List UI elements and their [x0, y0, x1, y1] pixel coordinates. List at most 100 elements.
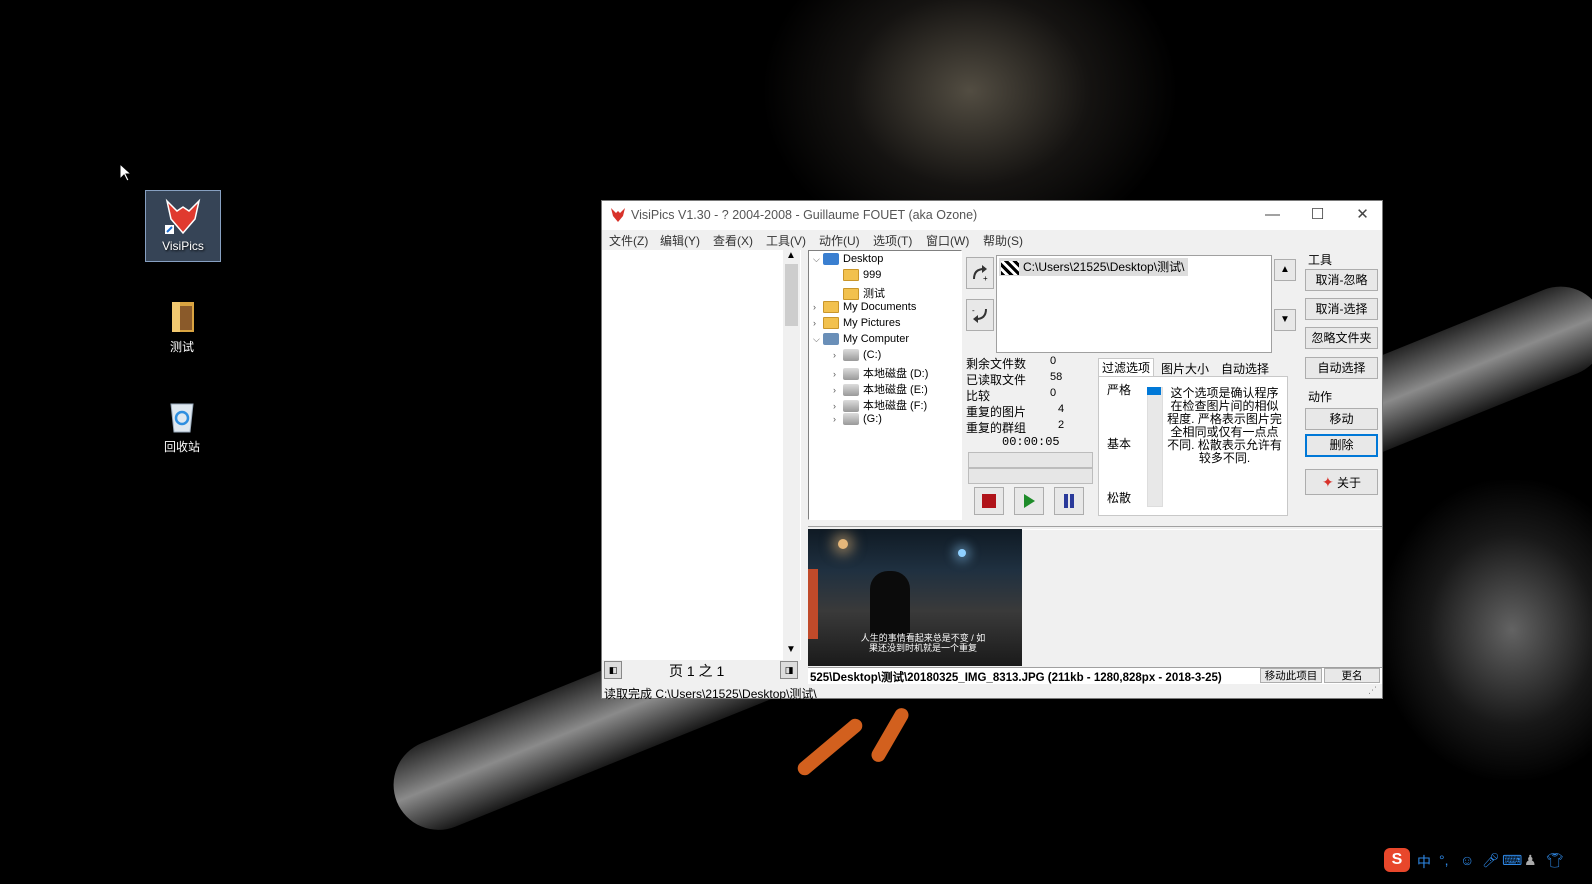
expand-icon[interactable]: ›: [813, 318, 823, 328]
pause-icon: [1064, 494, 1074, 508]
folder-icon: [843, 288, 859, 301]
punctuation-label[interactable]: °,: [1439, 852, 1449, 868]
folder-icon: [172, 302, 194, 332]
tree-item[interactable]: › 本地磁盘 (E:): [833, 381, 928, 397]
expand-icon[interactable]: ›: [833, 385, 843, 395]
delete-button[interactable]: 删除: [1305, 434, 1378, 457]
stop-icon: [982, 494, 996, 508]
menu-bar: 文件(Z) 编辑(Y) 查看(X) 工具(V) 动作(U) 选项(T) 窗口(W…: [602, 230, 1382, 250]
visipics-fox-icon: ✦: [1321, 474, 1334, 490]
menu-tools[interactable]: 工具(V): [766, 232, 806, 249]
menu-help[interactable]: 帮助(S): [983, 232, 1023, 249]
ime-mode-label[interactable]: 中: [1417, 852, 1431, 872]
folder-list-item[interactable]: C:\Users\21525\Desktop\测试\: [999, 258, 1189, 276]
street-light: [838, 539, 848, 549]
menu-view[interactable]: 查看(X): [713, 232, 753, 249]
menu-window[interactable]: 窗口(W): [926, 232, 969, 249]
play-button[interactable]: [1014, 487, 1044, 515]
tree-item[interactable]: › (C:): [833, 349, 881, 365]
about-button[interactable]: ✦ 关于: [1305, 469, 1378, 495]
sign-left: [808, 569, 818, 639]
stat-read-value: 58: [1050, 371, 1063, 383]
cancel-ignore-button[interactable]: 取消-忽略: [1305, 269, 1378, 291]
keyboard-icon[interactable]: ⌨: [1502, 852, 1522, 869]
selected-folders-list[interactable]: C:\Users\21525\Desktop\测试\: [996, 255, 1272, 353]
stat-remaining-label: 剩余文件数: [966, 357, 1027, 371]
expand-icon[interactable]: ›: [833, 369, 843, 379]
results-scrollbar[interactable]: ▲ ▼: [783, 250, 800, 660]
resize-grip-icon[interactable]: ⋰: [1368, 685, 1377, 696]
scroll-down-icon[interactable]: ▼: [786, 644, 796, 655]
tree-item[interactable]: › (G:): [833, 413, 882, 429]
elapsed-timer: 00:00:05: [1002, 435, 1060, 449]
drive-icon: [843, 400, 859, 413]
add-arrow-icon: +: [973, 265, 988, 283]
pause-button[interactable]: [1054, 487, 1084, 515]
expand-icon[interactable]: ›: [833, 350, 843, 360]
menu-action[interactable]: 动作(U): [819, 232, 860, 249]
remove-folder-button[interactable]: -: [966, 299, 994, 331]
page-next-icon[interactable]: ◨: [780, 661, 798, 679]
menu-file[interactable]: 文件(Z): [609, 232, 648, 249]
stat-groups-label: 重复的群组: [966, 421, 1027, 435]
filter-panel: 严格 基本 松散 这个选项是确认程序在检查图片间的相似程度. 严格表示图片完全相…: [1098, 376, 1288, 516]
move-down-button[interactable]: ▼: [1274, 309, 1296, 331]
expand-icon[interactable]: ›: [833, 401, 843, 411]
tree-item[interactable]: › My Pictures: [813, 317, 900, 333]
tree-item[interactable]: 999: [833, 269, 881, 285]
skin-icon[interactable]: 👕︎: [1546, 852, 1564, 869]
desktop-icon-test-folder[interactable]: 测试: [145, 290, 219, 360]
tab-filter[interactable]: 过滤选项: [1098, 358, 1155, 377]
remove-arrow-icon: -: [972, 306, 987, 323]
move-button[interactable]: 移动: [1305, 408, 1378, 430]
wallpaper-glow-right: [1380, 480, 1592, 780]
similarity-slider-thumb[interactable]: [1147, 387, 1161, 395]
preview-image[interactable]: 人生的事情看起来总是不变 / 如果还没到时机就是一个重复: [808, 529, 1022, 666]
file-info-text: 525\Desktop\测试\20180325_IMG_8313.JPG (21…: [810, 672, 1222, 684]
maximize-button[interactable]: ☐: [1295, 201, 1340, 230]
sogou-ime-icon[interactable]: S: [1384, 848, 1410, 872]
cancel-select-button[interactable]: 取消-选择: [1305, 298, 1378, 320]
emoji-icon[interactable]: ☺: [1460, 852, 1474, 868]
menu-options[interactable]: 选项(T): [873, 232, 912, 249]
svg-text:+: +: [983, 274, 988, 283]
auto-select-button[interactable]: 自动选择: [1305, 357, 1378, 379]
visipics-fox-icon: [611, 208, 625, 222]
desktop-icon-recycle-bin[interactable]: 回收站: [145, 390, 219, 460]
person-silhouette: [870, 571, 910, 641]
page-prev-icon[interactable]: ◧: [604, 661, 622, 679]
tree-item[interactable]: › 本地磁盘 (D:): [833, 365, 928, 381]
tree-item[interactable]: › 本地磁盘 (F:): [833, 397, 927, 413]
scroll-up-icon[interactable]: ▲: [786, 250, 796, 261]
tree-item[interactable]: ⌵ My Computer: [813, 333, 909, 349]
ignore-folder-button[interactable]: 忽略文件夹: [1305, 327, 1378, 349]
desktop-icon-visipics[interactable]: VisiPics: [145, 190, 221, 262]
close-button[interactable]: ✕: [1340, 201, 1385, 230]
desktop-icon-label: 回收站: [163, 440, 200, 454]
similarity-slider-track[interactable]: [1147, 387, 1163, 507]
folder-tree[interactable]: ⌵ Desktop 999 测试 › My Documents › My Pictur…: [808, 250, 962, 520]
tree-item[interactable]: 测试: [833, 285, 885, 301]
add-folder-button[interactable]: +: [966, 257, 994, 289]
expand-icon[interactable]: ›: [833, 414, 843, 424]
results-pane[interactable]: ▲ ▼: [602, 250, 801, 660]
expand-icon[interactable]: ›: [813, 302, 823, 312]
mouse-cursor-icon: [119, 163, 133, 182]
wallpaper-claw: [868, 705, 912, 765]
rename-button[interactable]: 更名: [1324, 668, 1380, 683]
tree-item[interactable]: ⌵ Desktop: [813, 253, 883, 269]
microphone-icon[interactable]: 🎤︎: [1482, 852, 1500, 869]
scroll-thumb[interactable]: [785, 264, 798, 326]
user-icon[interactable]: ♟: [1524, 852, 1537, 869]
tree-item[interactable]: › My Documents: [813, 301, 916, 317]
title-bar[interactable]: VisiPics V1.30 - ? 2004-2008 - Guillaume…: [602, 201, 1382, 230]
visipics-window: VisiPics V1.30 - ? 2004-2008 - Guillaume…: [601, 200, 1383, 701]
move-up-button[interactable]: ▲: [1274, 259, 1296, 281]
menu-edit[interactable]: 编辑(Y): [660, 232, 700, 249]
collapse-icon[interactable]: ⌵: [813, 334, 823, 345]
move-item-button[interactable]: 移动此项目: [1260, 668, 1322, 683]
collapse-icon[interactable]: ⌵: [813, 254, 823, 265]
recycle-bin-icon: [170, 403, 194, 433]
stop-button[interactable]: [974, 487, 1004, 515]
minimize-button[interactable]: —: [1250, 201, 1295, 230]
